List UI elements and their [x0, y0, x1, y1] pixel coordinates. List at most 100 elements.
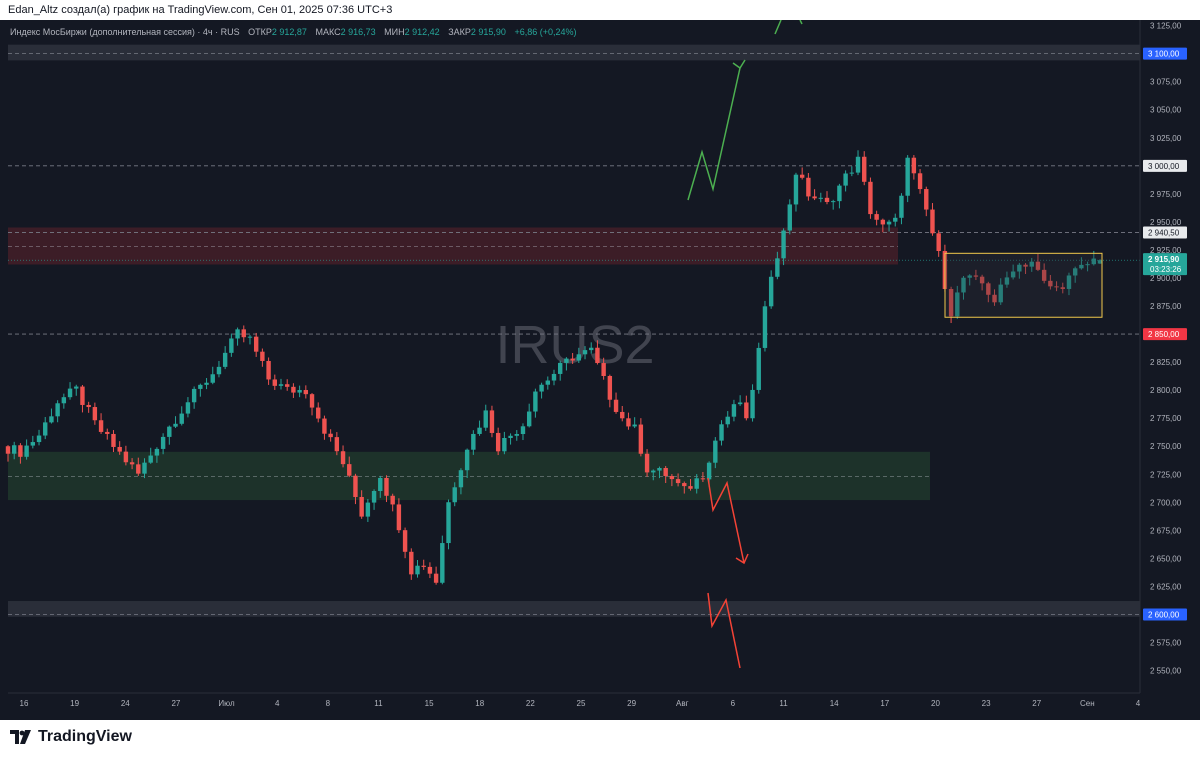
- price-badge-label: 3 000,00: [1148, 162, 1180, 171]
- candle-body: [98, 420, 104, 432]
- candle-body: [285, 384, 290, 387]
- candle-body: [905, 157, 910, 196]
- candle-body: [731, 404, 737, 417]
- candle-body: [260, 351, 265, 361]
- candle-body: [595, 347, 600, 364]
- candle-body: [12, 445, 17, 454]
- candle-body: [495, 432, 501, 452]
- tradingview-logo-icon: [10, 730, 31, 744]
- chart-frame[interactable]: IRUS2 3 125,00 3 075,00 3 050,00 3 025,00 2 …: [0, 19, 1200, 720]
- candle-body: [129, 462, 135, 465]
- time-tick-label: Авг: [676, 699, 689, 708]
- price-tick-label: 2 575,00: [1150, 639, 1182, 648]
- candle-body: [843, 173, 848, 186]
- candle-body: [582, 350, 588, 355]
- candle-body: [663, 467, 668, 477]
- time-tick-label: 8: [326, 699, 331, 708]
- candle-body: [154, 448, 160, 456]
- price-tick-label: 2 800,00: [1150, 386, 1182, 395]
- price-tick-label: 2 975,00: [1150, 190, 1182, 199]
- legend-open-label: ОТКР: [248, 27, 272, 37]
- candle-body: [365, 502, 371, 517]
- candle-body: [632, 424, 637, 427]
- publish-caption: Edan_Altz создал(а) график на TradingVie…: [8, 4, 393, 16]
- candle-body: [818, 197, 823, 199]
- candle-body: [613, 399, 619, 412]
- candle-body: [638, 424, 644, 454]
- legend-change: +6,86 (+0,24%): [514, 27, 576, 37]
- candle-body: [421, 565, 426, 567]
- candle-body: [309, 394, 315, 408]
- candle-body: [849, 172, 855, 174]
- svg-text:Индекс МосБиржи (дополнительна: Индекс МосБиржи (дополнительная сессия) …: [10, 27, 577, 37]
- candle-body: [148, 455, 153, 463]
- up-arrow-fragment: [799, 19, 803, 25]
- candle-body: [173, 423, 178, 427]
- candle-body: [384, 477, 389, 496]
- price-tick-label: 3 075,00: [1150, 78, 1182, 87]
- candle-body: [316, 407, 321, 419]
- price-tick-label: 2 750,00: [1150, 442, 1182, 451]
- candle-body: [334, 437, 340, 452]
- candle-body: [675, 479, 681, 484]
- legend[interactable]: Индекс МосБиржи (дополнительная сессия) …: [10, 27, 577, 37]
- time-tick-label: 11: [779, 699, 788, 708]
- candle-body: [328, 433, 333, 438]
- candle-body: [737, 402, 743, 405]
- tradingview-logo[interactable]: TradingView: [10, 728, 132, 746]
- candle-body: [253, 336, 259, 352]
- candle-body: [105, 431, 110, 434]
- candle-body: [806, 177, 811, 197]
- candle-body: [570, 358, 575, 361]
- candle-body: [502, 438, 507, 452]
- candle-body: [18, 445, 23, 457]
- up-arrow-head: [732, 59, 746, 70]
- candle-body: [347, 464, 352, 476]
- candle-body: [278, 384, 284, 386]
- candle-body: [92, 407, 98, 421]
- time-tick-label: Июл: [218, 699, 235, 708]
- candle-body: [216, 366, 222, 375]
- candle-body: [464, 449, 470, 471]
- candle-body: [371, 491, 377, 503]
- candle-body: [725, 416, 730, 425]
- candle-body: [930, 209, 935, 234]
- candle-body: [744, 402, 749, 419]
- candle-body: [768, 276, 774, 307]
- candle-body: [24, 445, 29, 457]
- candle-body: [564, 358, 569, 363]
- candle-body: [5, 446, 11, 454]
- time-tick-label: 18: [475, 699, 484, 708]
- candle-body: [55, 403, 60, 417]
- time-tick-label: Сен: [1080, 699, 1095, 708]
- price-tick-label: 2 825,00: [1150, 358, 1182, 367]
- top-caption-bar: Edan_Altz создал(а) график на TradingVie…: [0, 0, 1200, 20]
- candle-body: [558, 362, 563, 374]
- time-tick-label: 16: [20, 699, 29, 708]
- candle-body: [303, 389, 309, 395]
- candle-body: [74, 386, 79, 389]
- price-badge-label: 3 100,00: [1148, 50, 1180, 59]
- candle-body: [359, 496, 364, 517]
- price-badge-label: 2 940,50: [1148, 229, 1180, 238]
- candle-body: [396, 504, 402, 531]
- candle-body: [80, 386, 85, 405]
- resistance-zone: [8, 227, 898, 265]
- candle-body: [446, 502, 451, 544]
- candle-body: [700, 478, 706, 480]
- candle-body: [415, 565, 420, 575]
- candlestick-chart[interactable]: IRUS2 3 125,00 3 075,00 3 050,00 3 025,00 2 …: [0, 19, 1200, 720]
- time-tick-label: 27: [1032, 699, 1041, 708]
- price-tick-label: 3 025,00: [1150, 134, 1182, 143]
- price-tick-label: 2 650,00: [1150, 554, 1182, 563]
- price-tick-label: 2 875,00: [1150, 302, 1182, 311]
- up-projection-arrow: [687, 67, 741, 201]
- time-tick-label: 15: [425, 699, 434, 708]
- candle-body: [477, 427, 482, 434]
- time-tick-label: 22: [526, 699, 535, 708]
- candle-body: [111, 433, 116, 447]
- price-tick-label: 2 675,00: [1150, 526, 1182, 535]
- candle-body: [191, 388, 197, 403]
- candle-body: [160, 436, 166, 449]
- candle-body: [136, 464, 141, 474]
